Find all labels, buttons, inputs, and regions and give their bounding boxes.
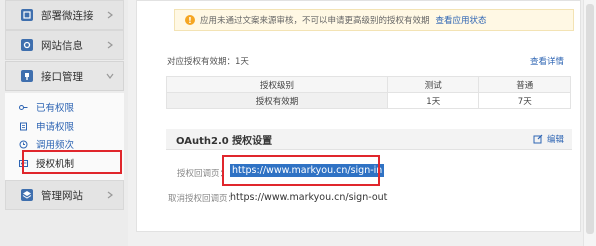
gear-icon [21,39,33,51]
submenu-item-apply-permissions[interactable]: 申请权限 [19,119,74,133]
cancel-callback-url[interactable]: https://www.markyou.cn/sign-out [230,192,387,203]
table-cell: 7天 [478,92,571,109]
submenu-item-existing-permissions[interactable]: 已有权限 [19,100,74,114]
plug-icon [21,70,33,82]
document-icon [19,122,28,131]
submenu-item-label: 已有权限 [36,103,75,114]
key-icon [19,103,28,112]
warning-icon: ! [185,15,195,25]
sidebar-item-site-info[interactable]: 网站信息 [5,30,124,60]
sidebar-item-api-management[interactable]: 接口管理 [5,61,124,91]
chevron-right-icon [107,191,113,199]
notice-banner: ! 应用未通过文案来源审核，不可以申请更高级别的授权有效期 查看应用状态 [174,9,574,31]
chevron-right-icon [107,11,113,19]
oauth-section-title: OAuth2.0 授权设置 [176,135,273,147]
sidebar-item-deploy[interactable]: 部署微连接 [5,0,124,30]
edit-button[interactable]: 编辑 [533,133,564,145]
notice-text: 应用未通过文案来源审核，不可以申请更高级别的授权有效期 [200,16,430,26]
submenu-item-call-frequency[interactable]: 调用频次 [19,137,74,151]
table-row: 授权有效期 1天 7天 [166,92,571,109]
auth-level-table: 授权级别 测试 普通 授权有效期 1天 7天 [166,76,571,109]
highlight-box-sidebar [22,150,122,174]
submenu-item-label: 调用频次 [36,140,75,151]
table-header: 授权级别 [166,76,388,93]
table-row-header: 授权有效期 [166,92,388,109]
layers-icon [21,189,33,201]
submenu-item-label: 申请权限 [36,122,75,133]
validity-text: 对应授权有效期：1天 [167,57,249,67]
sidebar-item-label: 管理网站 [41,189,83,202]
table-header: 测试 [386,76,480,93]
sidebar-item-manage-sites[interactable]: 管理网站 [5,180,124,210]
table-header: 普通 [478,76,571,93]
cancel-callback-label: 取消授权回调页： [168,194,237,204]
sidebar-item-label: 部署微连接 [41,9,94,22]
table-cell: 1天 [386,92,480,109]
clock-icon [19,140,28,149]
scrollbar-thumb[interactable] [586,4,594,234]
oauth-section-header: OAuth2.0 授权设置 编辑 [166,129,572,150]
view-details-link[interactable]: 查看详情 [530,55,564,67]
chevron-right-icon [107,41,113,49]
edit-label: 编辑 [546,135,564,145]
sidebar-item-label: 接口管理 [41,70,83,83]
sidebar: 部署微连接 网站信息 接口管理 已有权限 申请权限 调用频次 授权机制 管理网站 [0,0,128,246]
callback-label: 授权回调页： [177,169,229,179]
vertical-scrollbar[interactable] [583,0,596,246]
sidebar-item-label: 网站信息 [41,39,83,52]
chevron-down-icon [106,73,114,79]
highlight-box-callback [222,155,380,186]
table-header-row: 授权级别 测试 普通 [166,76,571,93]
link-icon [21,9,33,21]
edit-icon [533,134,543,144]
view-app-status-link[interactable]: 查看应用状态 [436,14,487,26]
